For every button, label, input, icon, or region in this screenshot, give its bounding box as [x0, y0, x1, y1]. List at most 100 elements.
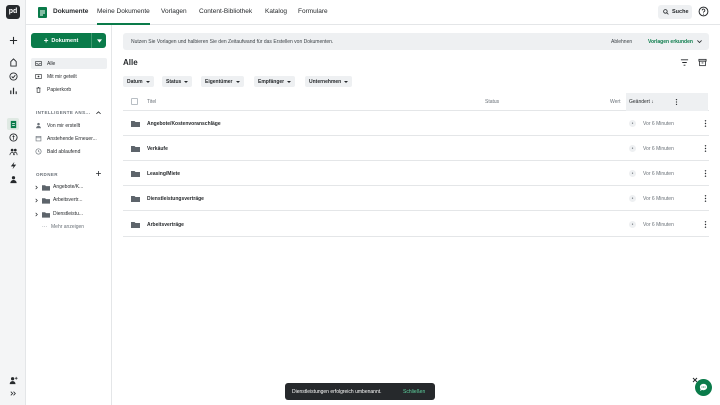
sidebar-item-upcoming-renewals[interactable]: Anstehende Erneuer... — [31, 133, 107, 144]
filter-status[interactable]: Status — [162, 76, 193, 87]
help-icon[interactable] — [698, 6, 709, 17]
sidebar-item-created-by-me[interactable]: Von mir erstellt — [31, 120, 107, 131]
documents-brand-icon — [38, 7, 47, 18]
chevron-down-icon[interactable] — [696, 38, 703, 45]
archive-icon[interactable] — [698, 58, 707, 67]
more-vertical-icon[interactable] — [703, 194, 708, 203]
chevron-right-icon[interactable] — [34, 212, 39, 217]
caret-down-icon — [287, 80, 292, 83]
show-more-link[interactable]: ··· Mehr anzeigen — [34, 222, 108, 232]
toast-close-button[interactable]: Schließen — [403, 389, 425, 395]
row-title[interactable]: Verkäufe — [147, 146, 168, 152]
trash-icon — [36, 87, 41, 93]
sidebar-item-expiring-soon[interactable]: Bald ablaufend — [31, 146, 107, 157]
owner-avatar: ● — [629, 145, 636, 152]
deals-icon[interactable] — [7, 70, 19, 82]
table-row[interactable]: Arbeitsverträge ● Vor 6 Minuten — [123, 212, 709, 237]
column-status[interactable]: Status — [485, 99, 499, 105]
more-vertical-icon[interactable] — [703, 119, 708, 128]
folder-item[interactable]: Angebote/K... — [34, 182, 108, 192]
tab-my-documents[interactable]: Meine Dokumente — [97, 8, 150, 25]
folder-icon — [131, 196, 140, 202]
chevron-down-icon — [96, 38, 102, 43]
revenue-icon[interactable] — [7, 131, 19, 143]
new-document-button[interactable]: + Dokument — [31, 33, 106, 48]
success-toast: Dienstleistungen erfolgreich umbenannt. … — [285, 383, 435, 400]
table-row[interactable]: Dienstleistungsverträge ● Vor 6 Minuten — [123, 186, 709, 211]
clock-icon — [35, 148, 42, 155]
sidebar-item-trash[interactable]: Papierkorb — [31, 84, 107, 95]
caret-down-icon — [344, 80, 349, 83]
tab-forms[interactable]: Formulare — [298, 8, 328, 15]
row-changed: Vor 6 Minuten — [643, 146, 674, 152]
folder-item[interactable]: Dienstleistu... — [34, 209, 108, 219]
chevron-up-icon[interactable] — [95, 109, 102, 116]
filter-label: Status — [166, 78, 182, 85]
row-title[interactable]: Angebote/Kostenvoranschläge — [147, 121, 221, 127]
sidebar-item-all[interactable]: Alle — [31, 58, 107, 69]
more-vertical-icon[interactable] — [703, 169, 708, 178]
owner-avatar: ● — [629, 120, 636, 127]
sidebar-item-label: Mit mir geteilt — [47, 73, 77, 80]
more-vertical-icon[interactable] — [703, 220, 708, 229]
pipedrive-logo[interactable]: pd — [6, 5, 20, 19]
folder-item[interactable]: Arbeitsvertr... — [34, 195, 108, 205]
templates-banner: Nutzen Sie Vorlagen und halbieren Sie de… — [123, 33, 709, 50]
filter-company[interactable]: Unternehmen — [305, 76, 353, 87]
banner-text: Nutzen Sie Vorlagen und halbieren Sie de… — [131, 39, 334, 45]
select-all-checkbox[interactable] — [131, 98, 138, 105]
chevron-right-icon[interactable] — [34, 198, 39, 203]
plus-icon[interactable] — [7, 34, 19, 46]
sidebar-item-label: Anstehende Erneuer... — [47, 135, 97, 142]
sidebar-item-shared[interactable]: Mit mir geteilt — [31, 71, 107, 82]
contacts-icon[interactable] — [7, 145, 19, 157]
more-vertical-icon[interactable] — [703, 144, 708, 153]
add-folder-icon[interactable] — [95, 170, 102, 177]
insights-icon[interactable] — [7, 84, 19, 96]
filter-label: Datum — [127, 78, 143, 85]
row-title[interactable]: Leasing/Miete — [147, 171, 180, 177]
new-document-dropdown[interactable] — [91, 33, 106, 48]
owner-avatar: ● — [629, 170, 636, 177]
folder-icon — [131, 171, 140, 177]
filter-icon[interactable] — [680, 58, 689, 67]
plus-icon: + — [43, 35, 49, 45]
row-title[interactable]: Arbeitsverträge — [147, 222, 184, 228]
tab-templates[interactable]: Vorlagen — [161, 8, 187, 15]
row-changed: Vor 6 Minuten — [643, 222, 674, 228]
folder-icon — [131, 146, 140, 152]
sidebar-item-label: Alle — [47, 60, 56, 67]
folder-label: Dienstleistu... — [53, 211, 84, 217]
row-changed: Vor 6 Minuten — [643, 171, 674, 177]
chat-button[interactable] — [695, 379, 712, 396]
filter-owner[interactable]: Eigentümer — [201, 76, 244, 87]
sidebar-item-label: Von mir erstellt — [47, 122, 81, 129]
documents-icon[interactable] — [7, 118, 19, 130]
filter-date[interactable]: Datum — [123, 76, 154, 87]
table-row[interactable]: Leasing/Miete ● Vor 6 Minuten — [123, 161, 709, 186]
folder-icon — [42, 184, 50, 191]
new-document-main[interactable]: + Dokument — [31, 33, 91, 48]
column-changed[interactable]: Geändert ↓ — [629, 99, 654, 105]
column-options-icon[interactable] — [673, 98, 680, 106]
table-row[interactable]: Verkäufe ● Vor 6 Minuten — [123, 136, 709, 161]
chevron-right-icon[interactable] — [34, 185, 39, 190]
invite-user-icon[interactable] — [7, 374, 19, 386]
leads-icon[interactable] — [7, 56, 19, 68]
column-value[interactable]: Wert — [610, 99, 620, 105]
tab-catalog[interactable]: Katalog — [265, 8, 287, 15]
row-title[interactable]: Dienstleistungsverträge — [147, 196, 204, 202]
team-icon[interactable] — [7, 173, 19, 185]
filter-recipient[interactable]: Empfänger — [254, 76, 296, 87]
sidebar-item-label: Bald ablaufend — [47, 148, 81, 155]
tab-content-library[interactable]: Content-Bibliothek — [199, 8, 252, 15]
search-button[interactable]: Suche — [658, 5, 692, 19]
automation-icon[interactable] — [7, 159, 19, 171]
table-row[interactable]: Angebote/Kostenvoranschläge ● Vor 6 Minu… — [123, 111, 709, 136]
column-title[interactable]: Titel — [147, 99, 156, 105]
collapse-rail-icon[interactable] — [7, 387, 19, 399]
filter-label: Eigentümer — [205, 78, 233, 85]
owner-avatar: ● — [629, 221, 636, 228]
dismiss-button[interactable]: Ablehnen — [611, 39, 632, 45]
explore-templates-button[interactable]: Vorlagen erkunden — [648, 39, 693, 45]
